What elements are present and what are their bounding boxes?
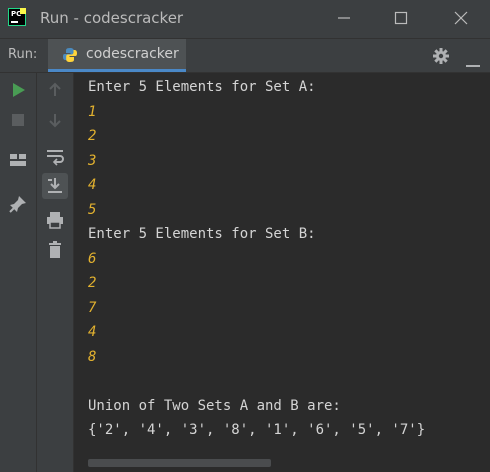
rerun-icon[interactable] [7, 79, 29, 101]
title-bar: PC Run - codescracker [0, 0, 490, 39]
console-input-line: 4 [88, 177, 97, 193]
console-input-line: 2 [88, 128, 97, 144]
console-input-line: 4 [88, 324, 97, 340]
python-icon [62, 47, 78, 63]
gear-icon[interactable] [432, 47, 450, 65]
run-label: Run: [8, 47, 38, 62]
hide-panel-icon[interactable] [466, 54, 480, 67]
console-input-line: 6 [88, 250, 97, 267]
console-tools-strip [37, 73, 74, 472]
maximize-button[interactable] [386, 6, 416, 30]
tab-codescracker[interactable]: codescracker [48, 39, 186, 72]
run-actions-strip [0, 73, 37, 472]
arrow-down-icon[interactable] [44, 109, 66, 131]
arrow-up-icon[interactable] [44, 79, 66, 101]
console-input-line: 2 [88, 275, 97, 291]
print-icon[interactable] [44, 209, 66, 231]
tab-label: codescracker [86, 46, 179, 62]
scroll-to-end-icon[interactable] [42, 173, 68, 199]
trash-icon[interactable] [44, 239, 66, 261]
run-toolbar: Run: codescracker [0, 39, 490, 73]
console-input-line: 7 [88, 299, 97, 316]
pin-icon[interactable] [7, 193, 29, 215]
layout-icon[interactable] [7, 149, 29, 171]
console-input-line: 3 [88, 152, 97, 169]
console-output-line: Enter 5 Elements for Set A: [88, 79, 316, 95]
console-output-line: {'2', '4', '3', '8', '1', '6', '5', '7'} [88, 422, 426, 438]
console-output-line: Union of Two Sets A and B are: [88, 397, 341, 414]
close-button[interactable] [446, 6, 476, 30]
soft-wrap-icon[interactable] [44, 145, 66, 167]
window-title: Run - codescracker [40, 9, 184, 27]
horizontal-scrollbar[interactable] [88, 459, 271, 467]
console-input-line: 8 [88, 348, 97, 365]
console-input-line: 1 [88, 103, 97, 120]
console-output-line: Enter 5 Elements for Set B: [88, 226, 316, 242]
console-input-line: 5 [88, 201, 97, 218]
stop-icon[interactable] [7, 109, 29, 131]
minimize-button[interactable] [329, 6, 359, 30]
console-output[interactable]: Enter 5 Elements for Set A: 1 2 3 4 5 Enter 5 … [74, 73, 490, 472]
pycharm-logo-icon: PC [8, 8, 26, 26]
